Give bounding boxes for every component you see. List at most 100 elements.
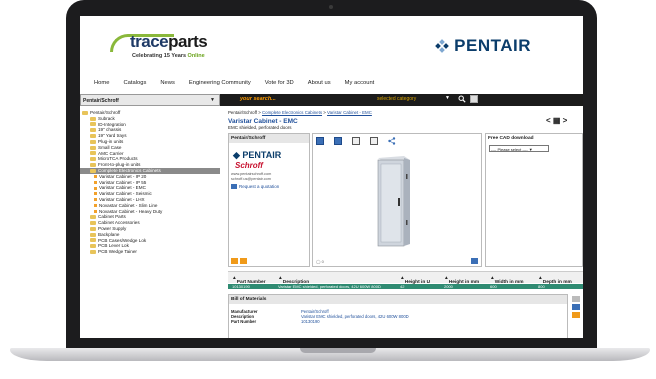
table-row[interactable]: 10130190 Varistar EMC shielded, perforat… — [228, 284, 583, 289]
bullet-icon — [94, 175, 97, 179]
tree-item-label: Front-to-plug-in units — [98, 162, 141, 168]
supplier-website-link[interactable]: www.pentairschroff.com — [231, 172, 271, 177]
folder-icon — [90, 232, 96, 237]
request-quote-link[interactable]: Request a quotation — [231, 184, 279, 190]
advanced-search-icon[interactable] — [470, 95, 478, 103]
logo-name-b: parts — [168, 32, 208, 51]
nav-catalogs[interactable]: Catalogs — [123, 80, 146, 86]
cad-format-select[interactable]: ---- Please select ---- ▼ — [489, 145, 549, 152]
breadcrumb-category[interactable]: Complete Electronics Cabinets — [262, 110, 322, 115]
logo-name-a: trace — [130, 32, 169, 51]
folder-icon — [90, 116, 96, 121]
catalog-select-label: Pentair/Schroff — [83, 98, 119, 104]
quote-icon — [231, 184, 237, 190]
export-icon[interactable] — [571, 304, 580, 310]
page-title: Varistar Cabinet - EMC — [228, 118, 298, 125]
cell-part-number: 10130190 — [232, 284, 250, 289]
breadcrumb-root[interactable]: Pentair/Schroff — [228, 110, 257, 115]
tree-item-label: Small Case — [98, 144, 122, 150]
tree-item-label: AMC Carrier — [98, 150, 124, 156]
tree-item-label: Complete Electronics Cabinets — [98, 167, 161, 173]
nav-my-account[interactable]: My account — [345, 80, 375, 86]
collapse-icon[interactable] — [571, 296, 580, 302]
tree-item-label: Varistar Cabinet - EMC — [99, 185, 146, 191]
logo-tagline: Celebrating 15 Years — [132, 53, 187, 59]
viewer-counter: ◯ 0 — [316, 259, 324, 264]
breadcrumb-leaf[interactable]: Varistar Cabinet - EMC — [327, 110, 372, 115]
laptop-base — [10, 348, 650, 361]
col-width-mm[interactable]: ▲ Width in mm — [490, 276, 524, 285]
folder-icon — [90, 215, 96, 220]
viewer-panel: ◯ 0 — [312, 133, 482, 267]
tree-item[interactable]: PCB Wedge Tainer — [80, 249, 220, 255]
category-chevron-icon[interactable]: ▼ — [445, 95, 450, 101]
view-3d-icon[interactable] — [334, 137, 342, 145]
supplier-logo[interactable]: ◆ PENTAIR — [233, 150, 281, 161]
folder-icon — [90, 244, 96, 249]
fullscreen-icon[interactable] — [471, 258, 478, 264]
cabinet-3d-preview[interactable] — [368, 154, 416, 249]
folder-icon — [82, 110, 88, 115]
folder-icon — [90, 145, 96, 150]
catalog-select[interactable]: Pentair/Schroff ▼ — [80, 94, 220, 106]
cad-header: Free CAD download — [488, 136, 534, 141]
bullet-icon — [94, 204, 97, 208]
folder-icon — [90, 139, 96, 144]
col-description[interactable]: ▲ Description — [278, 276, 309, 285]
tree-item-label: MicroTCA Products — [98, 156, 138, 162]
tree-item-label: ID-Integration — [98, 121, 126, 127]
col-height-mm[interactable]: ▲ Height in mm — [444, 276, 479, 285]
share-network-icon[interactable] — [388, 137, 396, 145]
document-icon[interactable] — [370, 137, 378, 145]
cell-depth-mm: 800 — [538, 284, 545, 289]
supplier-email-link[interactable]: schroff.us@pentair.com — [231, 177, 271, 182]
table-header: ▲ Part Number ▲ Description ▲ Height in … — [228, 271, 583, 285]
search-input[interactable]: your search... — [240, 96, 390, 104]
view-2d-icon[interactable] — [316, 137, 324, 145]
breadcrumb: Pentair/Schroff > Complete Electronics C… — [228, 110, 372, 115]
tree-item-label: Plug-in units — [98, 138, 124, 144]
cell-height-u: 42 — [400, 284, 405, 289]
traceparts-logo[interactable]: traceparts Celebrating 15 Years Online — [110, 32, 208, 59]
category-select[interactable]: selected category — [377, 96, 437, 104]
product-pager[interactable]: < ▦ > — [546, 116, 567, 125]
screen: traceparts Celebrating 15 Years Online P… — [80, 16, 583, 338]
search-icon[interactable] — [458, 95, 466, 103]
tree-item-label: Power Supply — [98, 225, 127, 231]
folder-icon — [90, 157, 96, 162]
nav-news[interactable]: News — [160, 80, 175, 86]
schroff-brand: Schroff — [235, 161, 263, 170]
favorite-icon[interactable] — [240, 258, 247, 264]
pentair-mark-icon — [435, 39, 449, 53]
print-icon[interactable] — [571, 312, 580, 318]
col-depth-mm[interactable]: ▲ Depth in mm — [538, 276, 572, 285]
folder-icon — [90, 220, 96, 225]
nav-home[interactable]: Home — [94, 80, 109, 86]
nav-engineering-community[interactable]: Engineering Community — [189, 80, 251, 86]
supplier-box: Pentair/Schroff ◆ PENTAIR Schroff www.pe… — [228, 133, 310, 267]
supplier-header: Pentair/Schroff — [229, 134, 309, 143]
col-height-u[interactable]: ▲ Height in U — [400, 276, 430, 285]
logo-tagline-accent: Online — [187, 53, 205, 59]
nav-about[interactable]: About us — [308, 80, 331, 86]
laptop-lid: traceparts Celebrating 15 Years Online P… — [66, 0, 597, 355]
bullet-icon — [94, 180, 97, 184]
nav-vote-3d[interactable]: Vote for 3D — [265, 80, 294, 86]
configure-icon[interactable] — [352, 137, 360, 145]
tree-item-label: Varistar Cabinet - IP 55 — [99, 179, 147, 185]
cell-height-mm: 2000 — [444, 284, 453, 289]
cell-description: Varistar EMC shielded, perforated doors,… — [278, 284, 381, 289]
folder-icon — [90, 249, 96, 254]
pentair-logo[interactable]: PENTAIR — [434, 36, 531, 56]
tree-item-label: 19" Yard trays — [98, 133, 127, 139]
tree-item-label: Subrack — [98, 115, 115, 121]
tree-item-label: Varistar Cabinet - IP 20 — [99, 173, 147, 179]
col-part-number[interactable]: ▲ Part Number — [232, 276, 266, 285]
tree-item-label: Cabinet Accessories — [98, 220, 140, 226]
page-subtitle: EMC shielded, perforated doors — [228, 125, 292, 130]
cell-width-mm: 600 — [490, 284, 497, 289]
tree-item-label: Cabinet Parts — [98, 214, 126, 220]
folder-icon — [90, 151, 96, 156]
bill-of-materials: Bill of Materials Manufacturer Pentair/Sc… — [228, 294, 568, 338]
share-icon[interactable] — [231, 258, 238, 264]
